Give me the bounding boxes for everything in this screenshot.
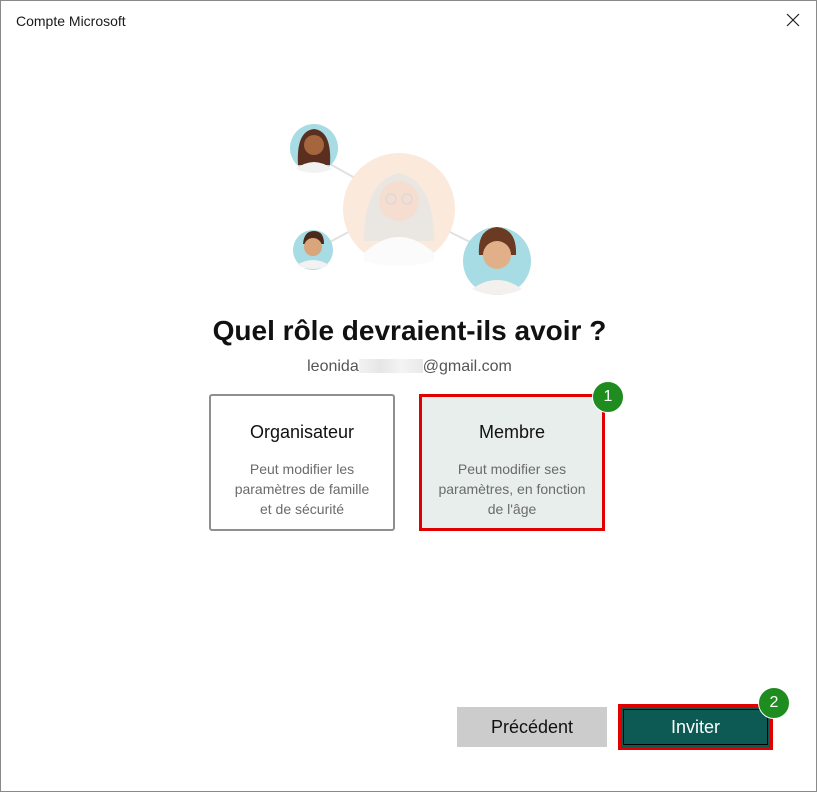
step-badge-2: 2	[758, 687, 790, 719]
role-description: Peut modifier ses paramètres, en fonctio…	[438, 461, 586, 517]
role-card-member[interactable]: Membre Peut modifier ses paramètres, en …	[419, 394, 605, 531]
title-bar: Compte Microsoft	[1, 1, 816, 43]
role-title: Membre	[478, 422, 545, 442]
invitee-email: leonida @gmail.com	[1, 358, 817, 376]
avatar-man-large-icon	[463, 227, 531, 295]
window-title: Compte Microsoft	[16, 13, 126, 29]
page-title: Quel rôle devraient-ils avoir ?	[212, 315, 607, 346]
avatar-man-small-icon	[293, 230, 333, 270]
previous-button[interactable]: Précédent	[457, 707, 607, 747]
step-badge-1: 1	[592, 381, 624, 413]
family-avatars-illustration	[284, 121, 534, 301]
dialog-window: Compte Microsoft Quel rôle devraient-ils…	[0, 0, 817, 792]
email-prefix: leonida	[307, 358, 359, 375]
email-suffix: @gmail.com	[422, 358, 512, 375]
role-card-organiser[interactable]: Organisateur Peut modifier les paramètre…	[209, 394, 395, 531]
role-title: Organisateur	[249, 422, 355, 442]
role-description: Peut modifier les paramètres de famille …	[234, 461, 370, 517]
invite-button-label: Inviter	[623, 709, 768, 745]
central-avatar-icon	[343, 153, 455, 266]
close-icon	[786, 13, 800, 32]
invite-button[interactable]: Inviter	[618, 704, 773, 750]
close-button[interactable]	[770, 1, 816, 43]
email-redaction	[358, 359, 423, 373]
